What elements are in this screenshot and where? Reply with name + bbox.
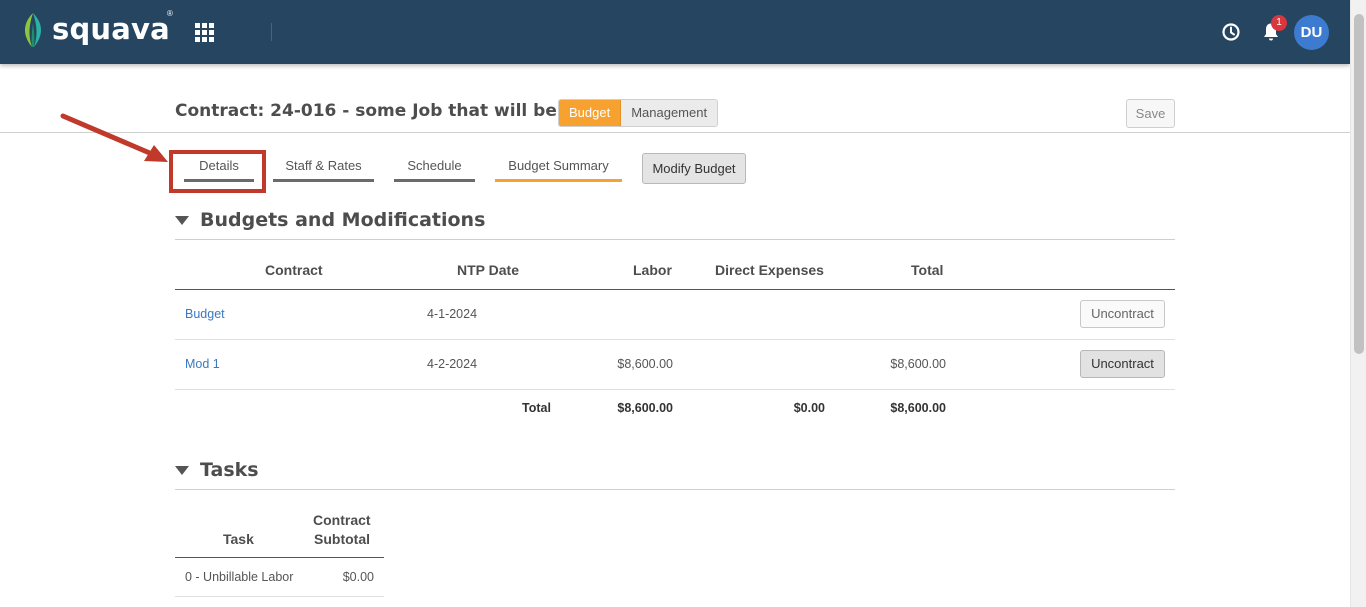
section-divider bbox=[175, 239, 1175, 240]
brand-name: squava bbox=[52, 12, 170, 46]
budgets-section-header[interactable]: Budgets and Modifications bbox=[175, 209, 485, 231]
tab-underline bbox=[273, 179, 374, 182]
notification-badge: 1 bbox=[1271, 15, 1287, 31]
table-row-divider bbox=[175, 596, 384, 597]
caret-down-icon bbox=[175, 215, 189, 225]
modify-budget-button[interactable]: Modify Budget bbox=[642, 153, 746, 184]
column-header-total: Total bbox=[911, 262, 944, 278]
labor-cell: $8,600.00 bbox=[617, 357, 673, 371]
top-divider bbox=[271, 23, 272, 41]
task-subtotal-cell: $0.00 bbox=[342, 570, 374, 584]
tab-budget-summary[interactable]: Budget Summary bbox=[495, 158, 622, 182]
totals-label: Total bbox=[522, 401, 551, 415]
table-row-divider bbox=[175, 339, 1175, 340]
grand-total: $8,600.00 bbox=[890, 401, 946, 415]
column-header-contract: Contract bbox=[265, 262, 323, 278]
annotation-arrow-icon bbox=[60, 113, 168, 162]
tab-schedule-label: Schedule bbox=[407, 158, 462, 173]
column-header-ntp-date: NTP Date bbox=[457, 262, 519, 278]
leaf-logo-icon bbox=[24, 13, 42, 47]
uncontract-button[interactable]: Uncontract bbox=[1080, 350, 1165, 378]
top-navigation-bar: squava ® 1 DU bbox=[0, 0, 1350, 64]
budget-view-button[interactable]: Budget bbox=[559, 100, 622, 126]
section-divider bbox=[175, 489, 1175, 490]
scrollbar-thumb[interactable] bbox=[1354, 14, 1364, 354]
user-avatar[interactable]: DU bbox=[1294, 15, 1329, 50]
contract-link-mod-1[interactable]: Mod 1 bbox=[185, 357, 220, 371]
squava-logo[interactable]: squava bbox=[20, 10, 170, 50]
task-name-cell: 0 - Unbillable Labor bbox=[185, 570, 294, 584]
clock-icon[interactable] bbox=[1221, 22, 1241, 42]
total-cell: $8,600.00 bbox=[890, 357, 946, 371]
ntp-date-cell: 4-1-2024 bbox=[427, 307, 478, 321]
column-header-subtotal: Subtotal bbox=[314, 531, 370, 547]
budgets-section-title: Budgets and Modifications bbox=[200, 209, 486, 231]
header-divider bbox=[0, 132, 1350, 133]
brand-registered-mark: ® bbox=[167, 9, 173, 18]
page-title: Contract: 24-016 - some Job that will be… bbox=[175, 101, 615, 121]
tasks-header-divider bbox=[175, 557, 384, 558]
column-header-contract: Contract bbox=[313, 512, 371, 528]
tab-underline-active bbox=[495, 179, 622, 182]
caret-down-icon bbox=[175, 465, 189, 475]
tab-staff-rates[interactable]: Staff & Rates bbox=[273, 158, 374, 182]
page-scrollbar[interactable] bbox=[1350, 0, 1366, 607]
view-toggle: Budget Management bbox=[558, 99, 719, 127]
tasks-section-title: Tasks bbox=[200, 459, 259, 481]
total-direct-expenses: $0.00 bbox=[793, 401, 825, 415]
tab-schedule[interactable]: Schedule bbox=[394, 158, 475, 182]
apps-grid-icon[interactable] bbox=[195, 23, 214, 42]
column-header-task: Task bbox=[223, 531, 254, 547]
table-row-divider bbox=[175, 389, 1175, 390]
annotation-highlight-box bbox=[169, 150, 266, 193]
save-button[interactable]: Save bbox=[1126, 99, 1175, 128]
column-header-labor: Labor bbox=[633, 262, 672, 278]
total-labor: $8,600.00 bbox=[617, 401, 673, 415]
uncontract-button[interactable]: Uncontract bbox=[1080, 300, 1165, 328]
tab-budget-summary-label: Budget Summary bbox=[508, 158, 609, 173]
ntp-date-cell: 4-2-2024 bbox=[427, 357, 478, 371]
table-header-divider bbox=[175, 289, 1175, 290]
contract-link-budget[interactable]: Budget bbox=[185, 307, 225, 321]
management-view-button[interactable]: Management bbox=[621, 100, 718, 126]
tab-underline bbox=[394, 179, 475, 182]
tasks-section-header[interactable]: Tasks bbox=[175, 459, 259, 481]
tab-staff-rates-label: Staff & Rates bbox=[285, 158, 362, 173]
column-header-direct-expenses: Direct Expenses bbox=[715, 262, 824, 278]
